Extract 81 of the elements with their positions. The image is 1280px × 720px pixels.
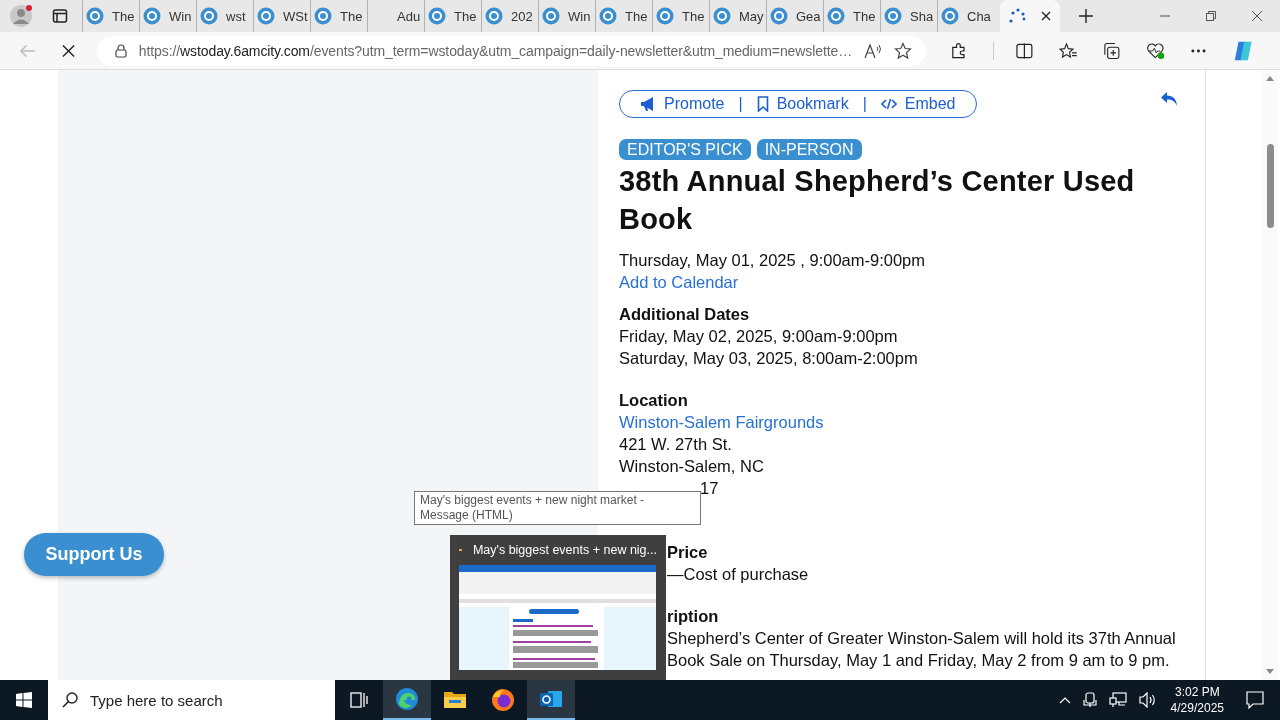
new-tab-icon[interactable] <box>1078 8 1094 24</box>
address-field[interactable]: https://wstoday.6amcity.com/events?utm_term=wstoday&utm_campaign=daily-newsletter&utm_medium=newslette… <box>96 35 927 66</box>
address-line: Winston-Salem, NC <box>619 456 765 477</box>
site-favicon-icon <box>827 7 845 25</box>
event-title: 38th Annual Shepherd’s Center Used Book <box>619 164 1136 237</box>
description-text: Shepherd’s Center of Greater Winston-Salem will hold its 37th Annual <box>667 629 1176 647</box>
taskbar-app-button[interactable] <box>527 680 575 720</box>
favorites-icon[interactable] <box>1058 41 1078 60</box>
bookmark-icon <box>756 96 769 112</box>
url-text: https://wstoday.6amcity.com/events?utm_term=wstoday&utm_campaign=daily-newsletter&utm_medium=newslette… <box>138 42 853 59</box>
read-aloud-icon[interactable] <box>864 42 883 59</box>
event-action-button[interactable]: Bookmark <box>754 95 851 113</box>
clock-time[interactable]: 3:02 PM <box>1174 684 1220 700</box>
site-favicon-icon <box>599 7 617 25</box>
section-heading: Additional Dates <box>619 304 751 325</box>
chevron-up-icon[interactable] <box>1058 696 1071 704</box>
task-view-icon <box>350 691 368 709</box>
divider-mark: | <box>862 95 867 113</box>
event-action-button[interactable]: Promote <box>638 95 727 113</box>
device-icon[interactable] <box>1082 692 1097 708</box>
site-favicon-icon <box>200 7 218 25</box>
star-icon[interactable] <box>894 41 913 60</box>
heart-pulse-icon[interactable] <box>1146 41 1165 60</box>
section-heading: Price <box>667 543 708 561</box>
taskbar-app-button[interactable] <box>383 680 431 720</box>
profile-avatar-icon[interactable] <box>10 5 32 27</box>
code-icon <box>880 98 897 110</box>
site-favicon-icon <box>941 7 959 25</box>
site-favicon-icon <box>485 7 503 25</box>
reply-arrow-icon[interactable] <box>1160 91 1178 107</box>
add-to-calendar-link[interactable]: Add to Calendar <box>619 271 1205 293</box>
lock-icon <box>114 43 127 58</box>
folder-icon <box>443 690 467 710</box>
network-icon[interactable] <box>1108 692 1127 708</box>
scrollbar-drawing[interactable] <box>1262 70 1278 680</box>
close-tab-icon[interactable] <box>1040 10 1052 22</box>
tooltip: May's biggest events + new night market - Message (HTML) <box>414 491 701 525</box>
megaphone-icon <box>640 96 656 112</box>
site-favicon-icon <box>884 7 902 25</box>
collections-icon[interactable] <box>1103 41 1121 60</box>
puzzle-icon[interactable] <box>950 41 967 60</box>
additional-date: Friday, May 02, 2025, 9:00am-9:00pm <box>619 326 899 347</box>
split-screen-icon[interactable] <box>1015 42 1033 59</box>
windows-start-icon[interactable] <box>16 692 32 708</box>
venue-link[interactable]: Winston-Salem Fairgrounds <box>619 411 1205 433</box>
stop-loading-icon[interactable] <box>61 43 75 58</box>
notification-icon[interactable] <box>1246 691 1264 709</box>
event-date: Thursday, May 01, 2025 , 9:00am-9:00pm <box>619 250 927 271</box>
firefox-icon <box>491 688 515 712</box>
price-text: —Cost of purchase <box>667 565 809 583</box>
preview-title: May's biggest events + new nig... <box>472 543 657 557</box>
site-favicon-icon <box>257 7 275 25</box>
section-heading: ription <box>667 607 719 625</box>
address-line: 421 W. 27th St. <box>619 434 733 455</box>
loading-spinner-icon <box>1008 7 1026 25</box>
description-text: Book Sale on Thursday, May 1 and Friday, May 2 from 9 am to 9 pm. <box>667 651 1170 669</box>
divider-mark: | <box>738 95 743 113</box>
site-favicon-icon <box>713 7 731 25</box>
site-favicon-icon <box>656 7 674 25</box>
site-favicon-icon <box>86 7 104 25</box>
site-favicon-icon <box>143 7 161 25</box>
more-options-icon[interactable] <box>1190 48 1206 53</box>
restore-icon[interactable] <box>1205 10 1217 22</box>
event-action-button[interactable]: Embed <box>878 95 958 113</box>
zip-code: 17 <box>700 479 719 497</box>
additional-date: Saturday, May 03, 2025, 8:00am-2:00pm <box>619 348 919 369</box>
window-preview-popup[interactable]: May's biggest events + new nig... <box>450 535 666 680</box>
taskbar-search-field[interactable]: Type here to search <box>48 680 335 720</box>
site-favicon-icon <box>314 7 332 25</box>
site-favicon-icon <box>770 7 788 25</box>
event-tag: IN-PERSON <box>756 139 862 160</box>
volume-icon[interactable] <box>1138 692 1157 708</box>
tab-actions-icon[interactable] <box>52 8 68 24</box>
clock-date[interactable]: 4/29/2025 <box>1170 700 1224 716</box>
search-icon <box>62 692 78 708</box>
edge-browser-icon <box>395 687 419 711</box>
site-favicon-icon <box>428 7 446 25</box>
section-heading: Location <box>619 390 689 411</box>
close-window-icon[interactable] <box>1251 10 1263 22</box>
site-favicon-icon <box>542 7 560 25</box>
event-tag: EDITOR'S PICK <box>619 139 751 160</box>
